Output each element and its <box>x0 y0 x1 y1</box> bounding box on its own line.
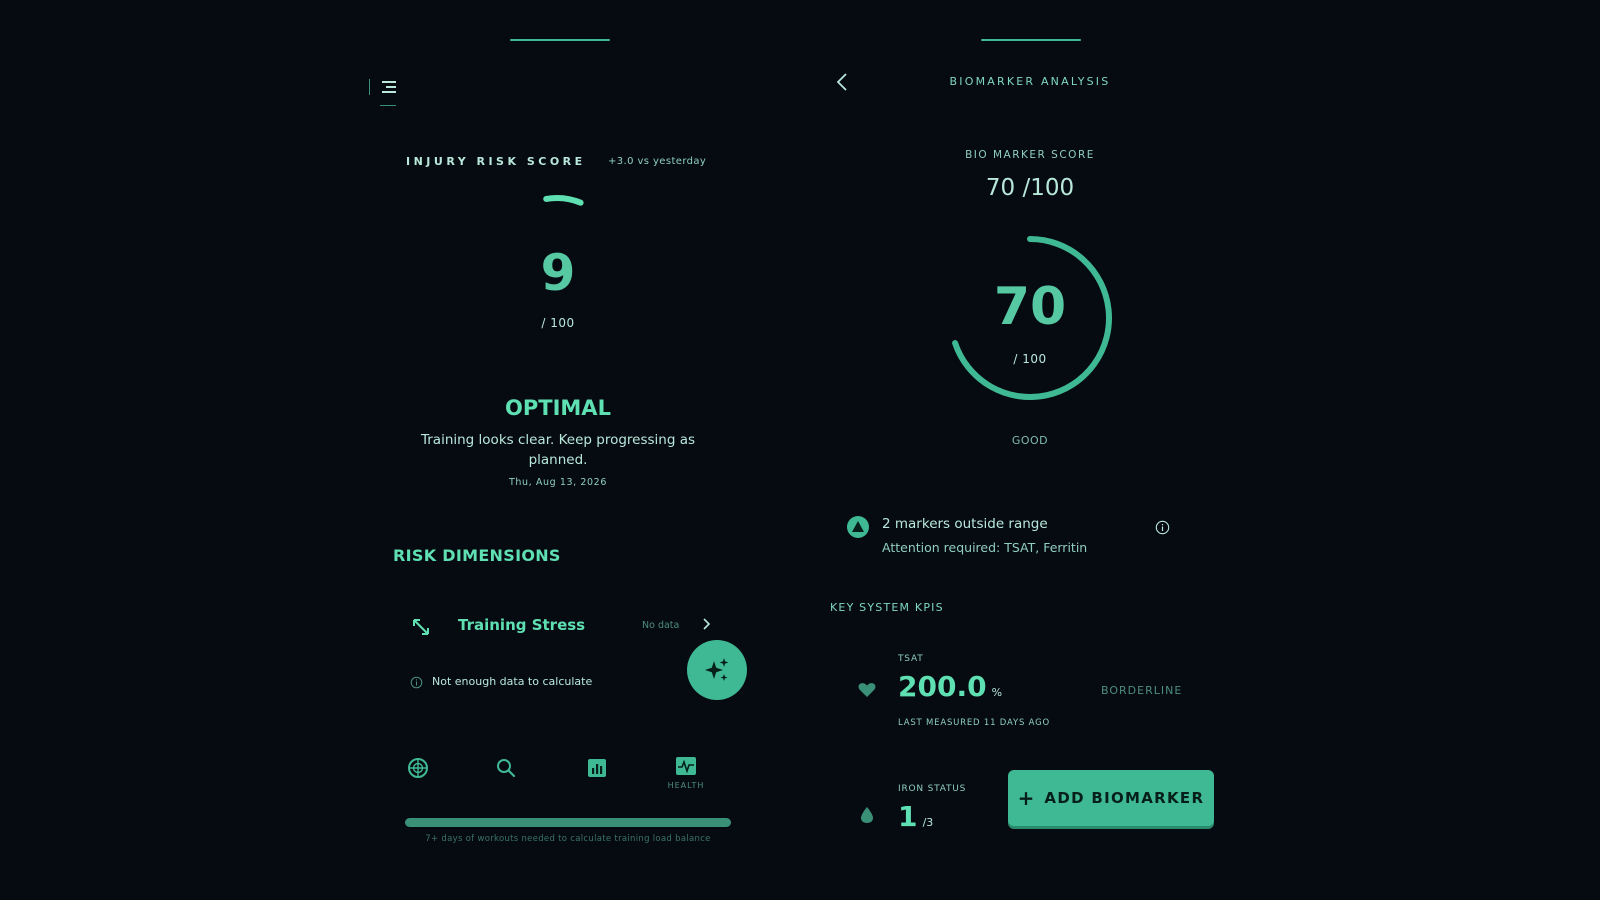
plus-icon: + <box>1017 786 1035 810</box>
biomarker-score-label: BIO MARKER SCORE <box>965 149 1095 161</box>
add-biomarker-label: ADD BIOMARKER <box>1044 789 1205 807</box>
dimension-row-training-stress[interactable]: Training Stress No data <box>408 610 728 650</box>
injury-risk-title: INJURY RISK SCORE <box>406 155 586 168</box>
heart-pulse-icon <box>676 757 696 775</box>
kpi-unit: /3 <box>922 816 934 829</box>
injury-score-out-of: / 100 <box>541 316 575 330</box>
warning-icon <box>847 516 869 538</box>
nav-health[interactable]: HEALTH <box>663 754 709 796</box>
kpi-unit: % <box>991 686 1003 699</box>
menu-button-underline <box>380 105 396 106</box>
drop-icon <box>861 807 873 823</box>
page-title: BIOMARKER ANALYSIS <box>949 75 1111 88</box>
nav-health-label: HEALTH <box>667 781 705 790</box>
alert-subtitle: Attention required: TSAT, Ferritin <box>882 540 1088 555</box>
grab-handle[interactable] <box>510 39 610 41</box>
chevron-left-icon <box>836 73 847 91</box>
dimension-value: No data <box>642 620 680 631</box>
dimension-hint: Not enough data to calculate <box>410 674 670 692</box>
nav-home[interactable] <box>405 755 431 781</box>
training-balance-fill <box>405 818 731 827</box>
risk-status-description: Training looks clear. Keep progressing a… <box>420 432 696 468</box>
score-rating: GOOD <box>1011 434 1049 447</box>
menu-lines-icon <box>382 81 396 93</box>
bar-chart-icon <box>588 759 606 777</box>
risk-status: OPTIMAL <box>505 396 611 420</box>
add-biomarker-button[interactable]: + ADD BIOMARKER <box>1008 770 1214 826</box>
ring-score-out-of: / 100 <box>1013 352 1047 366</box>
kpi-name: IRON STATUS <box>898 784 967 794</box>
training-balance-bar <box>405 818 731 827</box>
expand-arrows-icon <box>413 619 429 635</box>
heart-icon <box>858 683 876 697</box>
ai-sparkle-button[interactable] <box>687 640 747 700</box>
kpi-last-measured: LAST MEASURED 11 DAYS AGO <box>898 718 1050 728</box>
kpi-name: TSAT <box>898 654 924 664</box>
globe-icon <box>408 758 428 778</box>
back-button[interactable] <box>830 70 854 94</box>
ring-score-value: 70 <box>993 277 1067 337</box>
kpi-status-badge: BORDERLINE <box>1101 684 1183 697</box>
nav-search[interactable] <box>493 755 519 781</box>
alert-title: 2 markers outside range <box>882 516 1048 532</box>
search-icon <box>497 759 516 778</box>
nav-stats[interactable] <box>584 755 610 781</box>
training-balance-note: 7+ days of workouts needed to calculate … <box>425 834 711 844</box>
menu-button-edge <box>369 79 370 95</box>
biomarker-score-text: 70 /100 <box>985 175 1075 201</box>
info-icon <box>1155 520 1170 535</box>
dimension-label: Training Stress <box>458 616 586 634</box>
biomarker-analysis-screen: BIOMARKER ANALYSIS BIO MARKER SCORE 70 /… <box>830 0 1230 900</box>
injury-score-value: 9 <box>540 244 576 302</box>
info-icon <box>410 676 423 689</box>
score-delta: +3.0 vs yesterday <box>608 156 707 167</box>
kpi-value-group: 1 /3 <box>898 800 933 833</box>
out-of-range-alert[interactable]: 2 markers outside range Attention requir… <box>846 512 1186 562</box>
kpi-value-group: 200.0 % <box>898 670 1002 703</box>
kpi-value: 1 <box>898 800 918 833</box>
key-kpis-title: KEY SYSTEM KPIS <box>830 601 944 614</box>
kpi-value: 200.0 <box>898 670 987 703</box>
dimension-hint-text: Not enough data to calculate <box>432 675 593 688</box>
score-date: Thu, Aug 13, 2026 <box>509 477 607 488</box>
kpi-card-iron-status[interactable]: IRON STATUS 1 /3 <box>858 780 988 840</box>
grab-handle[interactable] <box>981 39 1081 41</box>
sparkles-icon <box>705 658 729 681</box>
chevron-right-icon <box>703 618 711 630</box>
injury-risk-screen: INJURY RISK SCORE +3.0 vs yesterday 9 / … <box>368 0 768 900</box>
risk-dimensions-title: RISK DIMENSIONS <box>393 546 561 565</box>
kpi-card-tsat[interactable]: TSAT 200.0 % BORDERLINE LAST MEASURED 11… <box>858 650 1188 730</box>
menu-button[interactable] <box>369 70 406 106</box>
